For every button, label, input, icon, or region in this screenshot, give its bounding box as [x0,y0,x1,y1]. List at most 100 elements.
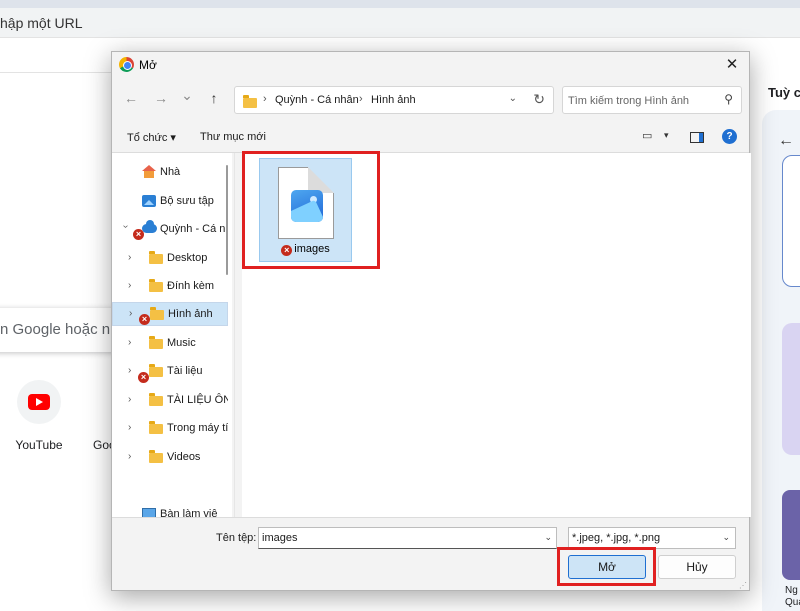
folder-icon [150,307,164,321]
browser-top-band [0,0,800,8]
youtube-icon [28,394,50,410]
theme-card[interactable] [782,323,800,455]
open-file-dialog: Mở ✕ ← → ⌄ ↑ › Quỳnh - Cá nhân › Hình ản… [111,51,751,591]
sidebar-item-label: Trong máy tí [167,422,228,434]
highlight-box-file [242,151,380,269]
back-arrow-icon[interactable]: ← [122,90,140,106]
chevron-down-icon[interactable]: ⌄ [722,532,730,543]
address-bar[interactable]: hập một URL [0,8,800,38]
sidebar-item-desktop[interactable]: › Desktop [112,247,228,271]
back-arrow-icon[interactable]: ← [778,132,794,150]
sync-error-icon: × [133,229,144,240]
theme-card-label: Ng Quả [785,585,800,609]
dialog-title: Mở [139,58,157,72]
recent-locations-icon[interactable]: ⌄ [178,87,196,104]
folder-icon [149,251,163,265]
folder-icon [149,450,163,464]
sidebar-item-desktop-pinned[interactable]: Bàn làm việ [112,503,228,517]
forward-arrow-icon[interactable]: → [152,90,170,106]
address-placeholder: hập một URL [0,15,83,31]
folder-icon [149,336,163,350]
desktop-icon [142,508,156,517]
folder-icon [149,393,163,407]
sidebar-item-label: Nhà [160,166,181,178]
card-label-line-1: Ng [785,585,798,596]
sidebar-item-onedrive[interactable]: › × Quỳnh - Cá nhân [112,218,228,242]
folder-icon [149,364,163,378]
home-icon [142,165,156,181]
chrome-icon [119,57,134,72]
sidebar-item-study-docs[interactable]: › TÀI LIỆU ÔN [112,389,228,413]
breadcrumb-item[interactable]: Quỳnh - Cá nhân [275,94,359,106]
up-arrow-icon[interactable]: ↑ [205,90,223,106]
chevron-down-icon[interactable]: ⌄ [509,93,517,104]
search-icon: ⚲ [724,92,733,106]
dialog-content: Nhà Bộ sưu tập › × Quỳnh - Cá nhân › Des… [112,152,751,518]
search-placeholder: Tìm kiếm trong Hình ảnh [568,95,690,107]
sidebar-scrollbar[interactable] [226,165,228,275]
shortcut-circle [17,380,61,424]
file-name-value: images [262,532,298,544]
chevron-down-icon[interactable]: › [120,225,131,228]
new-folder-button[interactable]: Thư mục mới [200,131,266,143]
sidebar-item-on-this-pc[interactable]: › Trong máy tí [112,417,228,441]
dialog-titlebar[interactable]: Mở ✕ [112,52,749,78]
file-type-select[interactable]: *.jpeg, *.jpg, *.png ⌄ [568,527,736,549]
cancel-button[interactable]: Hủy [658,555,736,579]
file-name-input[interactable]: images ⌄ [258,527,557,549]
gallery-icon [142,195,156,210]
dialog-toolbar: Tổ chức ▾ Thư mục mới ▭ ▾ ? [112,124,749,150]
chevron-right-icon[interactable]: › [128,422,131,433]
navigation-pane: Nhà Bộ sưu tập › × Quỳnh - Cá nhân › Des… [112,153,232,517]
sidebar-item-gallery[interactable]: Bộ sưu tập [112,190,228,214]
sidebar-item-documents[interactable]: › × Tài liệu [112,360,228,384]
sidebar-item-label: TÀI LIỆU ÔN [167,394,228,406]
breadcrumb-separator: › [263,93,267,105]
sidebar-item-label: Bộ sưu tập [160,195,214,207]
chevron-right-icon[interactable]: › [129,308,132,319]
chevron-down-icon[interactable]: ⌄ [544,532,552,543]
chevron-down-icon[interactable]: ▾ [664,130,669,141]
breadcrumb-separator: › [359,93,363,105]
help-icon[interactable]: ? [722,129,737,144]
divider [0,72,112,73]
folder-icon [243,95,257,109]
sidebar-item-label: Desktop [167,252,208,264]
theme-card[interactable] [782,155,800,287]
sync-error-icon: × [139,314,150,325]
breadcrumb-item[interactable]: Hình ảnh [371,94,416,106]
close-button[interactable]: ✕ [715,52,749,78]
address-path-box[interactable]: › Quỳnh - Cá nhân › Hình ảnh ⌄ ↻ [234,86,554,114]
chevron-right-icon[interactable]: › [128,365,131,376]
folder-icon [149,279,163,293]
preview-pane-icon[interactable] [690,132,704,143]
chevron-right-icon[interactable]: › [128,337,131,348]
chevron-right-icon[interactable]: › [128,252,131,263]
card-label-line-2: Quả [785,597,800,608]
sidebar-item-pictures[interactable]: › × Hình ảnh [112,302,228,326]
search-input[interactable]: Tìm kiếm trong Hình ảnh ⚲ [562,86,742,114]
sidebar-item-label: Hình ảnh [168,308,213,320]
sidebar-item-label: Tài liệu [167,365,203,377]
chevron-right-icon[interactable]: › [128,451,131,462]
pane-divider[interactable] [234,153,235,517]
side-panel-title: Tuỳ ch [768,85,800,100]
sidebar-item-attachments[interactable]: › Đính kèm [112,275,228,299]
theme-card[interactable] [782,490,800,580]
highlight-box-open-button [557,547,656,586]
sidebar-item-videos[interactable]: › Videos [112,446,228,470]
sidebar-item-label: Đính kèm [167,280,215,292]
refresh-icon[interactable]: ↻ [533,91,545,108]
view-options-icon[interactable]: ▭ [642,129,652,142]
sidebar-item-label: Videos [167,451,201,463]
chevron-right-icon[interactable]: › [128,394,131,405]
sidebar-item-home[interactable]: Nhà [112,161,228,185]
sidebar-item-label: Bàn làm việ [160,508,218,517]
folder-icon [149,421,163,435]
chevron-right-icon[interactable]: › [128,280,131,291]
sidebar-item-music[interactable]: › Music [112,332,228,356]
sidebar-item-label: Quỳnh - Cá nhân [160,223,228,235]
file-name-label: Tên tệp: [216,532,257,544]
organize-menu[interactable]: Tổ chức ▾ [127,131,176,144]
resize-grip-icon[interactable]: ⋰ [739,581,747,590]
